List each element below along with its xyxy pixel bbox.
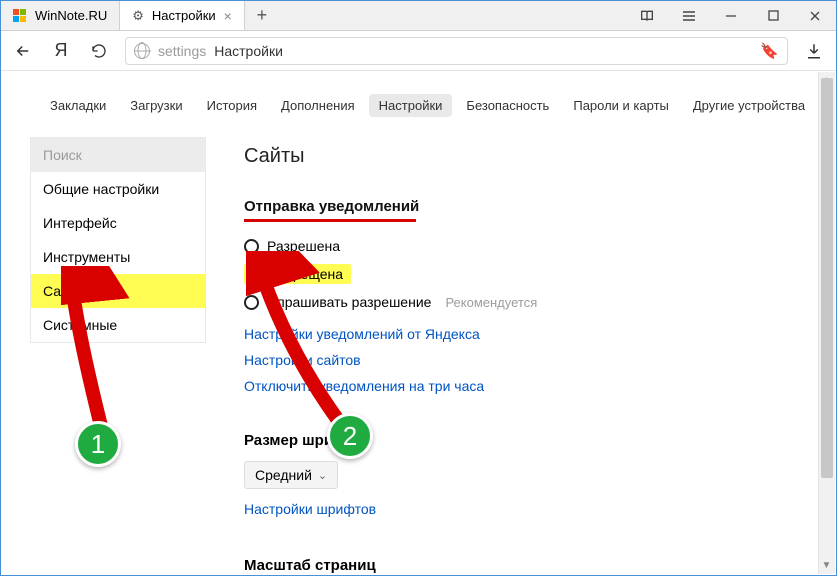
tab-winnote[interactable]: WinNote.RU (1, 1, 120, 30)
settings-top-nav: Закладки Загрузки История Дополнения Нас… (2, 72, 817, 137)
sidebar-item-sites[interactable]: Сайты (31, 274, 205, 308)
sidebar-item-system[interactable]: Системные (31, 308, 205, 342)
gear-icon: ⚙ (132, 8, 144, 24)
bookmark-icon[interactable]: 🔖 (760, 42, 779, 60)
yandex-home-button[interactable]: Я (49, 40, 73, 61)
annotation-underline (244, 219, 416, 222)
radio-icon (244, 239, 259, 254)
window-titlebar: WinNote.RU ⚙ Настройки × + (1, 1, 836, 31)
page-viewport: Закладки Загрузки История Дополнения Нас… (2, 72, 835, 574)
new-tab-button[interactable]: + (245, 1, 279, 30)
chevron-down-icon: ⌄ (318, 469, 327, 482)
notifications-title: Отправка уведомлений (244, 198, 419, 215)
reload-button[interactable] (87, 43, 111, 59)
nav-security[interactable]: Безопасность (456, 94, 559, 117)
annotation-circle-1: 1 (75, 421, 121, 467)
nav-devices[interactable]: Другие устройства (683, 94, 815, 117)
scroll-down-icon[interactable]: ▼ (818, 557, 835, 574)
nav-history[interactable]: История (197, 94, 267, 117)
notifications-links: Настройки уведомлений от Яндекса Настрой… (244, 326, 817, 394)
nav-passwords[interactable]: Пароли и карты (563, 94, 679, 117)
link-site-settings[interactable]: Настройки сайтов (244, 352, 817, 368)
page-heading: Сайты (244, 145, 817, 168)
nav-settings[interactable]: Настройки (369, 94, 453, 117)
radio-label: Разрешена (267, 238, 340, 254)
font-size-select[interactable]: Средний ⌄ (244, 461, 338, 489)
radio-denied[interactable]: Запрещена (244, 260, 817, 288)
radio-label: Запрещена (269, 266, 343, 282)
nav-addons[interactable]: Дополнения (271, 94, 365, 117)
nav-bookmarks[interactable]: Закладки (40, 94, 116, 117)
address-prefix: settings (158, 43, 206, 59)
recommended-label: Рекомендуется (445, 295, 537, 310)
radio-icon (246, 267, 261, 282)
annotation-circle-2: 2 (327, 413, 373, 459)
select-value: Средний (255, 467, 312, 483)
radio-label: Спрашивать разрешение (267, 294, 431, 310)
zoom-title: Масштаб страниц (244, 557, 817, 574)
address-bar[interactable]: settings Настройки 🔖 (125, 37, 788, 65)
globe-icon (134, 43, 150, 59)
reader-mode-icon[interactable] (626, 1, 668, 30)
zoom-section: Масштаб страниц 100% ⌄ (244, 557, 817, 574)
maximize-button[interactable] (752, 1, 794, 30)
tab-label: Настройки (152, 8, 216, 23)
link-disable-3h[interactable]: Отключить уведомления на три часа (244, 378, 817, 394)
tab-label: WinNote.RU (35, 8, 107, 23)
sidebar-item-tools[interactable]: Инструменты (31, 240, 205, 274)
downloads-button[interactable] (802, 42, 826, 60)
link-font-settings[interactable]: Настройки шрифтов (244, 501, 376, 517)
link-yandex-notifications[interactable]: Настройки уведомлений от Яндекса (244, 326, 817, 342)
vertical-scrollbar[interactable]: ▲ ▼ (818, 72, 835, 574)
radio-allowed[interactable]: Разрешена (244, 232, 817, 260)
settings-main: Сайты Отправка уведомлений Разрешена Зап… (234, 137, 817, 574)
address-title: Настройки (214, 43, 283, 59)
tab-settings[interactable]: ⚙ Настройки × (120, 1, 245, 30)
sidebar-search[interactable]: Поиск (31, 138, 205, 172)
back-button[interactable] (11, 42, 35, 60)
scrollbar-thumb[interactable] (821, 78, 833, 478)
windows-logo-icon (13, 9, 27, 23)
browser-toolbar: Я settings Настройки 🔖 (1, 31, 836, 71)
close-window-button[interactable] (794, 1, 836, 30)
minimize-button[interactable] (710, 1, 752, 30)
radio-ask[interactable]: Спрашивать разрешение Рекомендуется (244, 288, 817, 316)
settings-sidebar: Поиск Общие настройки Интерфейс Инструме… (30, 137, 206, 343)
menu-icon[interactable] (668, 1, 710, 30)
window-controls (626, 1, 836, 30)
sidebar-item-interface[interactable]: Интерфейс (31, 206, 205, 240)
radio-icon (244, 295, 259, 310)
close-tab-icon[interactable]: × (224, 8, 232, 24)
nav-downloads[interactable]: Загрузки (120, 94, 192, 117)
sidebar-item-general[interactable]: Общие настройки (31, 172, 205, 206)
